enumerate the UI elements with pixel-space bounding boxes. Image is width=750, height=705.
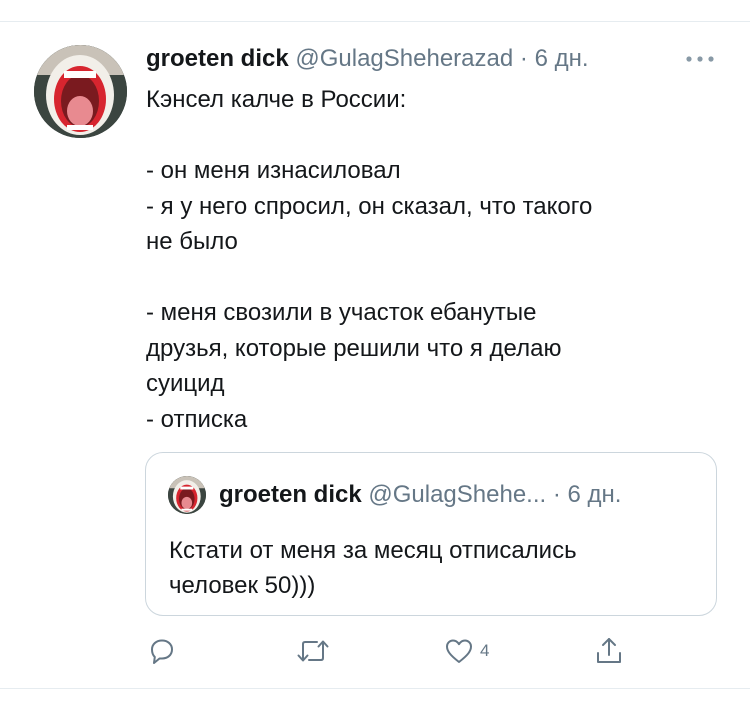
top-divider	[0, 21, 750, 22]
author-handle[interactable]: @GulagSheherazad	[295, 45, 513, 72]
tweet-text-line: друзья, которые решили что я делаю	[146, 334, 562, 362]
tweet-text-line	[146, 260, 716, 296]
quoted-author-handle: @GulagShehe...	[368, 481, 547, 508]
share-icon	[597, 638, 621, 663]
quoted-author-name: groeten dick	[219, 481, 362, 508]
more-icon[interactable]	[684, 54, 716, 64]
header-separator: ·	[519, 45, 528, 72]
author-avatar[interactable]	[34, 45, 127, 138]
heart-icon	[446, 639, 472, 663]
share-button[interactable]	[594, 636, 624, 666]
tweet-text-line: - отписка	[146, 405, 248, 433]
tweet-text: Кэнсел калче в России: - он меня изнасил…	[146, 82, 716, 437]
reply-icon	[151, 639, 173, 664]
quoted-tweet-header: groeten dick @GulagShehe... · 6 дн.	[219, 480, 621, 510]
quoted-header-separator: ·	[552, 481, 561, 508]
tweet-text-line: - он меня изнасиловал	[146, 157, 401, 184]
quoted-tweet-text: Кстати от меня за месяц отписались челов…	[169, 533, 699, 603]
tweet-text-line: - я у него спросил, он сказал, что таког…	[146, 192, 593, 220]
tweet-text-line: суицид	[146, 370, 225, 397]
retweet-icon	[297, 640, 329, 662]
like-button[interactable]: 4	[444, 636, 489, 666]
tweet-text-line: - меня свозили в участок ебанутые	[146, 299, 537, 326]
quoted-text-line: Кстати от меня за месяц отписались	[169, 537, 577, 564]
author-name[interactable]: groeten dick	[146, 45, 289, 72]
like-count: 4	[480, 641, 490, 660]
tweet-text-line: Кэнсел калче в России:	[146, 86, 407, 113]
tweet-timestamp[interactable]: 6 дн.	[535, 45, 589, 72]
quoted-tweet-timestamp: 6 дн.	[567, 481, 622, 508]
quoted-text-line: человек 50)))	[169, 572, 316, 599]
tweet-text-line: не было	[146, 228, 238, 255]
quoted-tweet-card[interactable]: groeten dick @GulagShehe... · 6 дн. Кста…	[145, 452, 717, 616]
bottom-divider	[0, 688, 750, 689]
quoted-author-avatar	[168, 476, 206, 514]
retweet-button[interactable]	[296, 636, 330, 666]
tweet-header: groeten dick @GulagSheherazad · 6 дн.	[146, 44, 589, 74]
tweet-text-line	[146, 118, 716, 154]
reply-button[interactable]	[147, 636, 177, 666]
